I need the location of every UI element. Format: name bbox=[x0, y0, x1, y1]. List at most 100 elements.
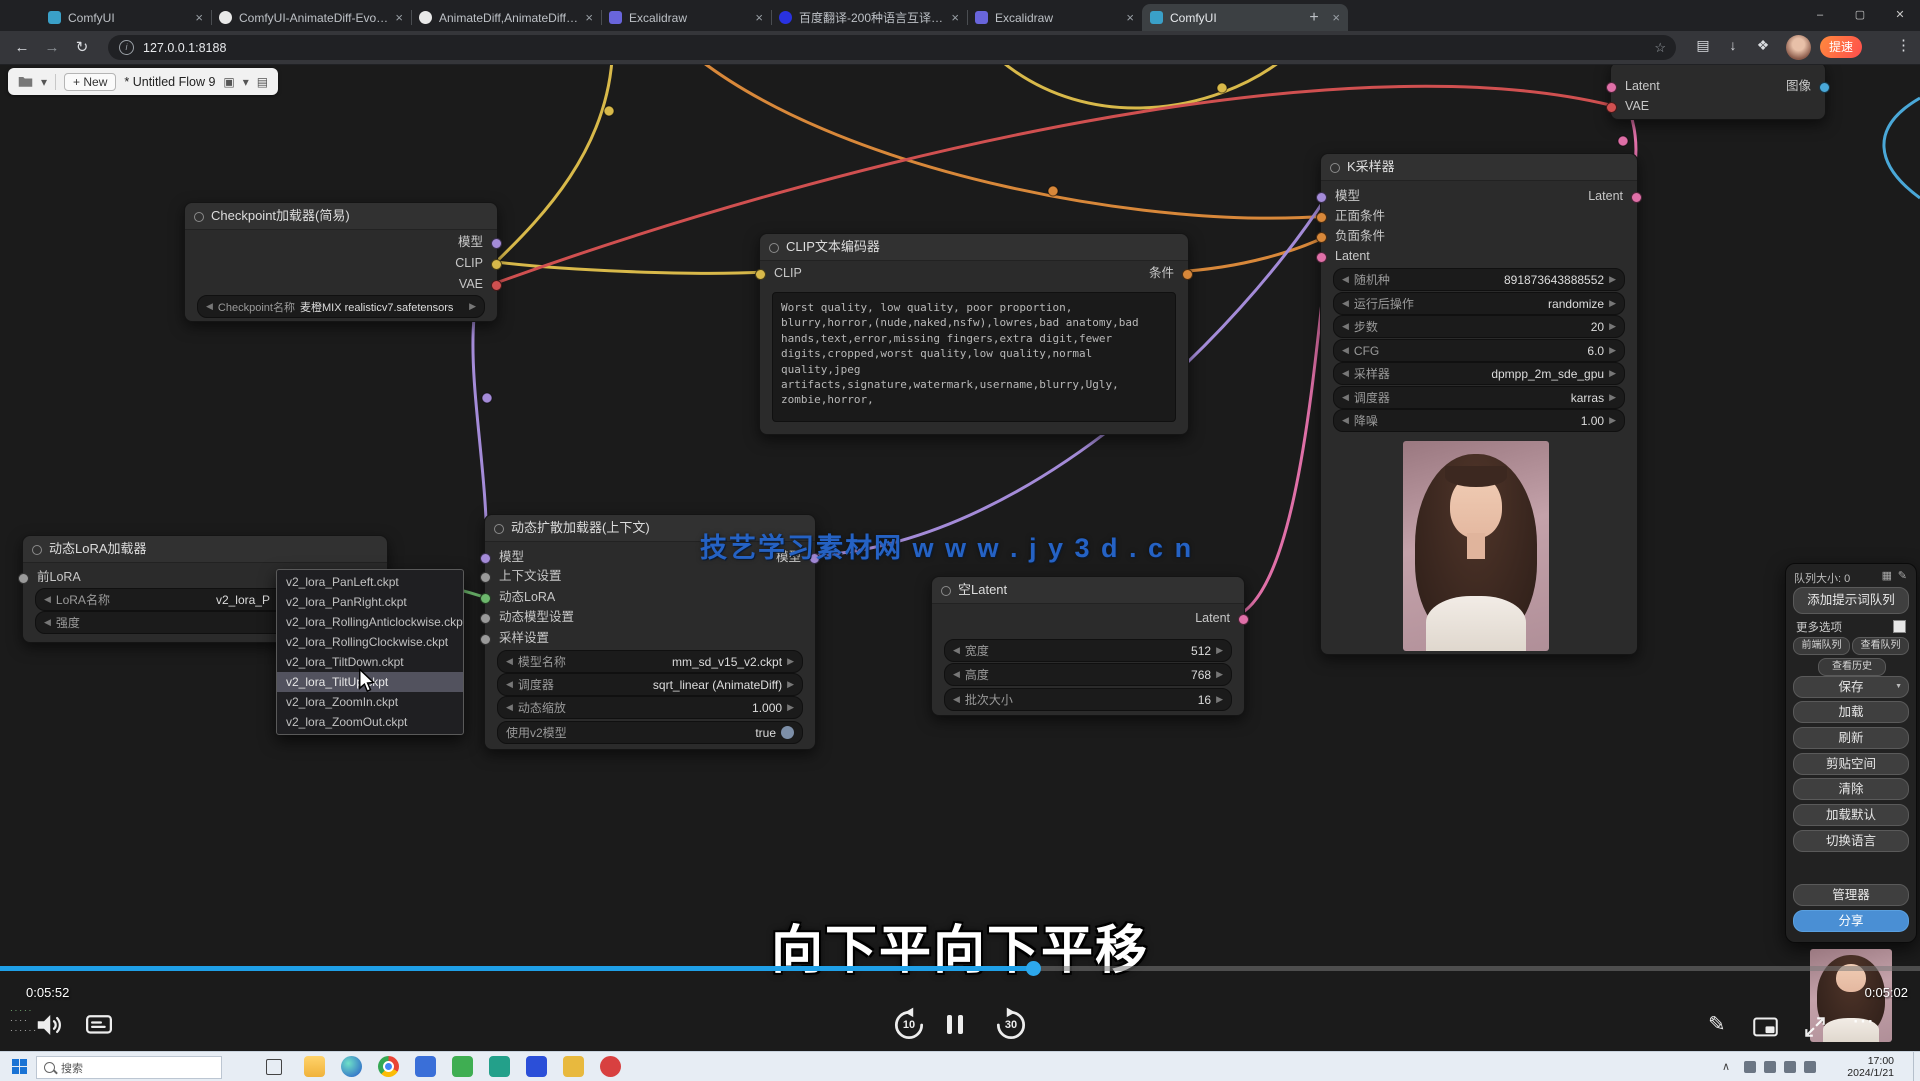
node-header[interactable]: 动态LoRA加载器 bbox=[23, 536, 387, 563]
lora-combo-dropdown[interactable]: v2_lora_PanLeft.ckpt v2_lora_PanRight.ck… bbox=[276, 569, 464, 735]
dropdown-item[interactable]: v2_lora_RollingAnticlockwise.ckpt bbox=[277, 612, 463, 632]
dropdown-item[interactable]: v2_lora_ZoomOut.ckpt bbox=[277, 712, 463, 732]
scheduler-widget[interactable]: ◀调度器karras▶ bbox=[1333, 386, 1625, 409]
recorder-app-icon[interactable] bbox=[600, 1056, 621, 1077]
tab-close-icon[interactable]: × bbox=[585, 10, 593, 25]
refresh-button[interactable]: 刷新 bbox=[1793, 727, 1909, 749]
app-icon-1[interactable] bbox=[415, 1056, 436, 1077]
prompt-textarea[interactable]: Worst quality, low quality, poor proport… bbox=[772, 292, 1176, 422]
tab-close-icon[interactable]: × bbox=[195, 10, 203, 25]
file-explorer-icon[interactable] bbox=[304, 1056, 325, 1077]
app-icon-3[interactable] bbox=[489, 1056, 510, 1077]
dropdown-item[interactable]: v2_lora_RollingClockwise.ckpt bbox=[277, 632, 463, 652]
model-name-widget[interactable]: ◀模型名称mm_sd_v15_v2.ckpt▶ bbox=[497, 650, 803, 673]
left-arrow-icon[interactable]: ◀ bbox=[1342, 415, 1349, 426]
right-arrow-icon[interactable]: ▶ bbox=[1609, 321, 1616, 332]
left-arrow-icon[interactable]: ◀ bbox=[44, 617, 51, 628]
right-arrow-icon[interactable]: ▶ bbox=[1216, 645, 1223, 656]
site-info-icon[interactable]: i bbox=[119, 40, 134, 55]
address-bar[interactable]: i 127.0.0.1:8188 ☆ bbox=[108, 35, 1676, 60]
left-arrow-icon[interactable]: ◀ bbox=[506, 679, 513, 690]
tray-expand-chevron[interactable]: ∧ bbox=[1722, 1060, 1730, 1073]
right-arrow-icon[interactable]: ▶ bbox=[1609, 274, 1616, 285]
collapse-dot-icon[interactable] bbox=[769, 243, 779, 253]
node-empty-latent[interactable]: 空Latent Latent ◀宽度512▶ ◀高度768▶ ◀批次大小16▶ bbox=[931, 576, 1245, 716]
vae-input-dot[interactable] bbox=[1606, 102, 1617, 113]
clip-input-dot[interactable] bbox=[755, 269, 766, 280]
dropdown-item[interactable]: v2_lora_PanRight.ckpt bbox=[277, 592, 463, 612]
use-v2-toggle-widget[interactable]: 使用v2模型true bbox=[497, 721, 803, 744]
context-input-dot[interactable] bbox=[480, 572, 491, 583]
left-arrow-icon[interactable]: ◀ bbox=[1342, 274, 1349, 285]
node-header[interactable]: Checkpoint加载器(简易) bbox=[185, 203, 497, 230]
extra-options-checkbox[interactable] bbox=[1893, 620, 1906, 633]
left-arrow-icon[interactable]: ◀ bbox=[206, 301, 213, 312]
fullscreen-button[interactable] bbox=[1802, 1014, 1828, 1040]
left-arrow-icon[interactable]: ◀ bbox=[506, 702, 513, 713]
view-queue-button[interactable]: 查看队列 bbox=[1852, 637, 1909, 655]
progress-bar-played[interactable] bbox=[0, 966, 1033, 971]
browser-tab[interactable]: ComfyUI-AnimateDiff-Evolve× bbox=[211, 4, 411, 31]
tray-icon[interactable] bbox=[1784, 1061, 1796, 1073]
browser-menu-icon[interactable]: ⋮ bbox=[1896, 36, 1911, 54]
manager-button[interactable]: 管理器 bbox=[1793, 884, 1909, 906]
load-default-button[interactable]: 加载默认 bbox=[1793, 804, 1909, 826]
browser-tab[interactable]: Excalidraw× bbox=[967, 4, 1142, 31]
load-button[interactable]: 加载 bbox=[1793, 701, 1909, 723]
latent-input-dot[interactable] bbox=[1606, 82, 1617, 93]
node-vae-decode-partial[interactable]: Latent 图像 VAE bbox=[1610, 62, 1826, 120]
seed-widget[interactable]: ◀随机种891873643888552▶ bbox=[1333, 268, 1625, 291]
collapse-dot-icon[interactable] bbox=[494, 524, 504, 534]
speed-extension-button[interactable]: 提速 bbox=[1820, 36, 1862, 58]
export-image-icon[interactable]: ▣ bbox=[223, 75, 234, 89]
ckpt-name-widget[interactable]: ◀ Checkpoint名称 麦橙MIX realisticv7.safeten… bbox=[197, 295, 485, 318]
left-arrow-icon[interactable]: ◀ bbox=[1342, 321, 1349, 332]
tab-close-icon[interactable]: × bbox=[395, 10, 403, 25]
queue-front-button[interactable]: 前端队列 bbox=[1793, 637, 1850, 655]
tab-close-icon[interactable]: × bbox=[755, 10, 763, 25]
sample-settings-input-dot[interactable] bbox=[480, 634, 491, 645]
left-arrow-icon[interactable]: ◀ bbox=[506, 656, 513, 667]
tab-close-icon[interactable]: × bbox=[951, 10, 959, 25]
collapse-dot-icon[interactable] bbox=[1330, 163, 1340, 173]
danmaku-button[interactable] bbox=[84, 1010, 114, 1040]
rewind-10-button[interactable]: 10 bbox=[890, 1006, 928, 1044]
sampler-widget[interactable]: ◀采样器dpmpp_2m_sde_gpu▶ bbox=[1333, 362, 1625, 385]
motion-lora-input-dot[interactable] bbox=[480, 593, 491, 604]
left-arrow-icon[interactable]: ◀ bbox=[1342, 345, 1349, 356]
save-workflow-icon[interactable]: ▤ bbox=[257, 75, 268, 89]
window-close-button[interactable]: ✕ bbox=[1880, 0, 1920, 31]
volume-button[interactable] bbox=[34, 1010, 64, 1040]
left-arrow-icon[interactable]: ◀ bbox=[953, 694, 960, 705]
clip-output-dot[interactable] bbox=[491, 259, 502, 270]
right-arrow-icon[interactable]: ▶ bbox=[1216, 669, 1223, 680]
node-header[interactable]: 空Latent bbox=[932, 577, 1244, 604]
pause-button[interactable] bbox=[944, 1015, 966, 1039]
download-icon[interactable]: ↓ bbox=[1722, 37, 1744, 53]
batch-size-widget[interactable]: ◀批次大小16▶ bbox=[944, 688, 1232, 711]
app-icon-2[interactable] bbox=[452, 1056, 473, 1077]
right-arrow-icon[interactable]: ▶ bbox=[1216, 694, 1223, 705]
browser-tab[interactable]: 百度翻译-200种语言互译、沟…× bbox=[771, 4, 967, 31]
motion-scale-widget[interactable]: ◀动态缩放1.000▶ bbox=[497, 696, 803, 719]
pip-button[interactable] bbox=[1752, 1014, 1779, 1041]
right-arrow-icon[interactable]: ▶ bbox=[1609, 415, 1616, 426]
right-arrow-icon[interactable]: ▶ bbox=[787, 702, 794, 713]
negative-input-dot[interactable] bbox=[1316, 232, 1327, 243]
app-icon-4[interactable] bbox=[526, 1056, 547, 1077]
model-output-dot[interactable] bbox=[491, 238, 502, 249]
image-output-dot[interactable] bbox=[1819, 82, 1830, 93]
left-arrow-icon[interactable]: ◀ bbox=[44, 594, 51, 605]
new-tab-button[interactable]: + bbox=[1302, 6, 1326, 30]
queue-prompt-button[interactable]: 添加提示词队列 bbox=[1793, 587, 1909, 614]
dropdown-item[interactable]: v2_lora_PanLeft.ckpt bbox=[277, 572, 463, 592]
right-arrow-icon[interactable]: ▶ bbox=[787, 679, 794, 690]
tray-icon[interactable] bbox=[1744, 1061, 1756, 1073]
taskbar-clock[interactable]: 17:00 2024/1/21 bbox=[1832, 1055, 1894, 1079]
collapse-dot-icon[interactable] bbox=[941, 586, 951, 596]
new-workflow-button[interactable]: + New bbox=[64, 73, 116, 91]
tray-icon[interactable] bbox=[1804, 1061, 1816, 1073]
collapse-dot-icon[interactable] bbox=[194, 212, 204, 222]
vae-output-dot[interactable] bbox=[491, 280, 502, 291]
clipspace-button[interactable]: 剪贴空间 bbox=[1793, 753, 1909, 775]
